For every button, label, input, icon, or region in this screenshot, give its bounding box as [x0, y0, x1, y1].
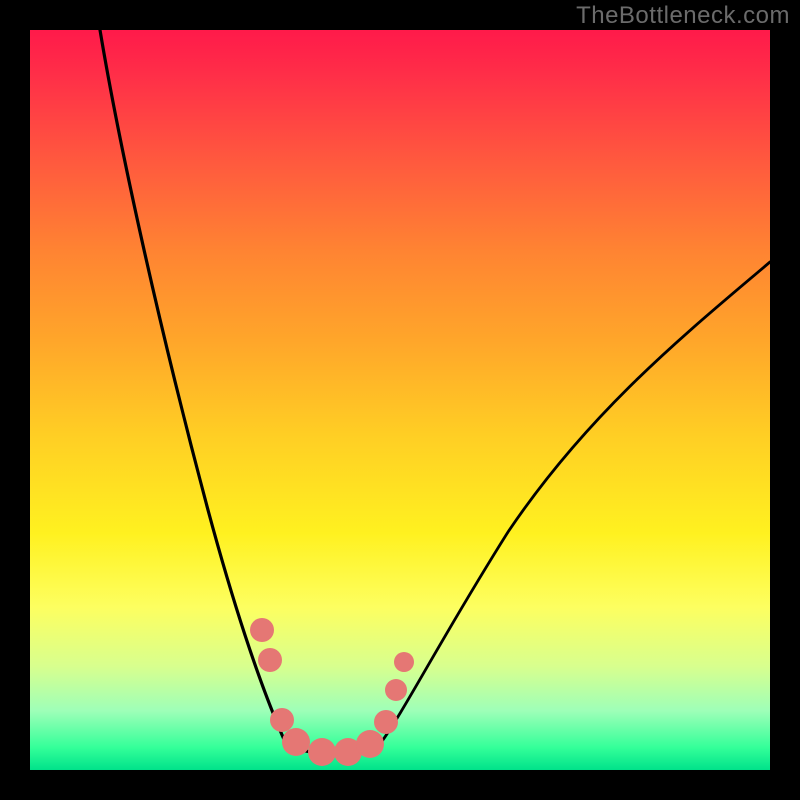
bead-1	[250, 618, 274, 642]
bead-9	[385, 679, 407, 701]
right-curve	[380, 262, 770, 744]
bead-7	[356, 730, 384, 758]
bead-4	[282, 728, 310, 756]
beads	[250, 618, 414, 766]
bead-5	[308, 738, 336, 766]
bead-10	[394, 652, 414, 672]
bottleneck-plot	[30, 30, 770, 770]
chart-area	[30, 30, 770, 770]
bead-3	[270, 708, 294, 732]
bead-8	[374, 710, 398, 734]
watermark-text: TheBottleneck.com	[576, 2, 790, 30]
bead-2	[258, 648, 282, 672]
